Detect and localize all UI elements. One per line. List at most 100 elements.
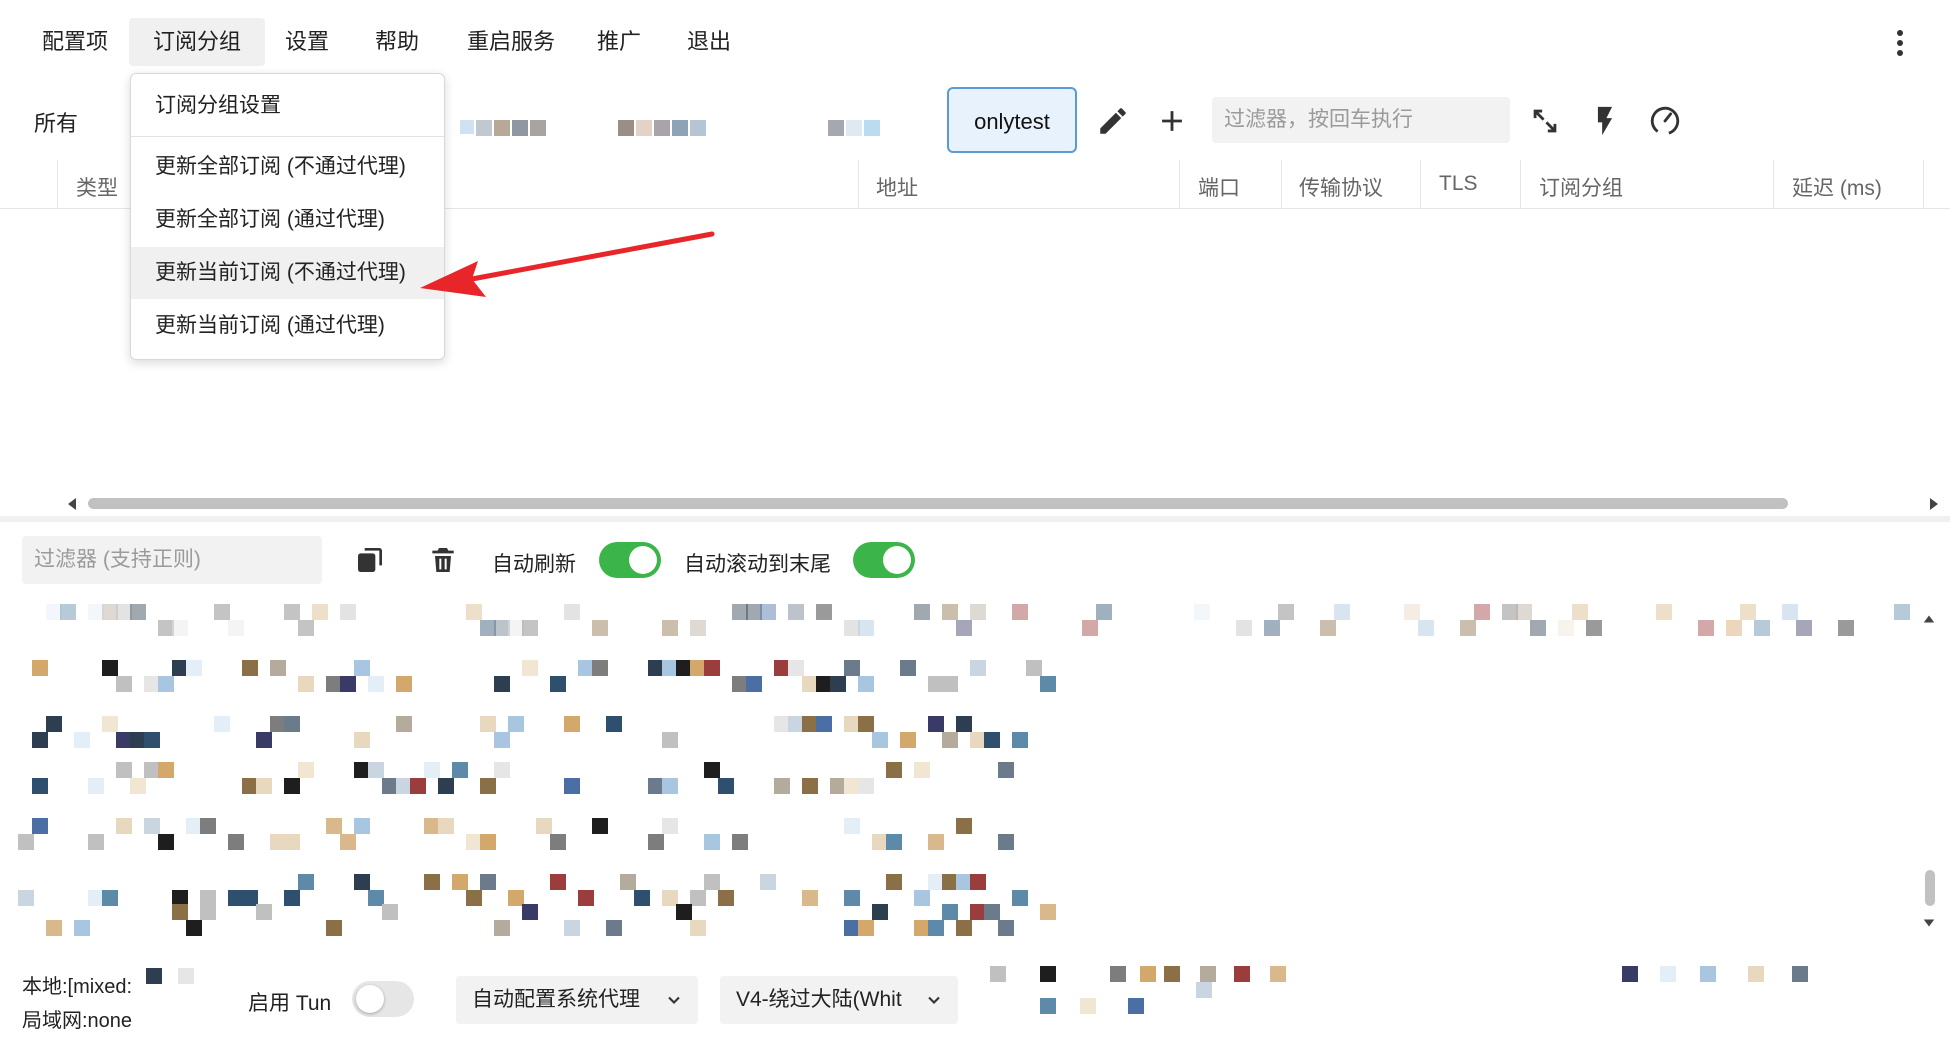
menu-settings[interactable]: 设置 xyxy=(261,18,353,66)
blur-block xyxy=(1012,732,1028,748)
blur-block xyxy=(354,660,370,676)
column-address[interactable]: 地址 xyxy=(876,172,918,202)
blur-block xyxy=(60,604,76,620)
column-type[interactable]: 类型 xyxy=(76,172,118,202)
blur-block xyxy=(970,604,986,620)
arrow-up-icon[interactable] xyxy=(1922,612,1936,626)
tun-label: 启用 Tun xyxy=(248,992,332,1015)
arrow-left-icon[interactable] xyxy=(64,496,80,512)
plus-icon[interactable] xyxy=(1155,104,1189,138)
blur-block xyxy=(858,676,874,692)
blur-block xyxy=(494,732,510,748)
blur-block xyxy=(1110,966,1126,982)
blur-block xyxy=(186,920,202,936)
column-tls[interactable]: TLS xyxy=(1439,172,1478,196)
blur-block xyxy=(1194,604,1210,620)
menu-item-update-current-direct[interactable]: 更新当前订阅 (不通过代理) xyxy=(131,247,444,299)
column-subscription-group[interactable]: 订阅分组 xyxy=(1539,172,1623,202)
auto-scroll-toggle[interactable] xyxy=(853,542,915,578)
blur-block xyxy=(1012,604,1028,620)
blur-block xyxy=(606,920,622,936)
blur-block xyxy=(1320,620,1336,636)
group-onlytest-button[interactable]: onlytest xyxy=(947,87,1077,153)
blur-block xyxy=(1040,676,1056,692)
blur-block xyxy=(1404,604,1420,620)
menu-subscription-group[interactable]: 订阅分组 xyxy=(129,18,266,66)
chevron-down-icon xyxy=(928,996,940,1004)
blur-block xyxy=(1700,966,1716,982)
menu-item-update-all-proxy[interactable]: 更新全部订阅 (通过代理) xyxy=(131,194,444,246)
blur-block xyxy=(802,890,818,906)
column-latency[interactable]: 延迟 (ms) xyxy=(1792,172,1882,202)
blur-block xyxy=(1796,620,1812,636)
speedometer-icon[interactable] xyxy=(1648,104,1682,138)
lightning-icon[interactable] xyxy=(1588,104,1622,138)
blur-block xyxy=(928,834,944,850)
system-proxy-select[interactable]: 自动配置系统代理 xyxy=(456,976,698,1024)
blur-block xyxy=(1894,604,1910,620)
trash-icon[interactable] xyxy=(427,544,459,576)
panel-splitter[interactable] xyxy=(0,516,1950,522)
menu-bar: 配置项 订阅分组 设置 帮助 重启服务 推广 退出 xyxy=(0,0,1950,84)
blur-block xyxy=(956,920,972,936)
blur-block xyxy=(466,604,482,620)
blur-block xyxy=(1586,620,1602,636)
blur-block xyxy=(564,604,580,620)
vertical-scrollbar[interactable] xyxy=(1925,870,1935,906)
blur-block xyxy=(438,818,454,834)
tab-all[interactable]: 所有 xyxy=(34,106,78,138)
menu-help[interactable]: 帮助 xyxy=(351,18,443,66)
local-port-label: 本地:[mixed: xyxy=(22,976,133,998)
blur-block xyxy=(18,890,34,906)
blur-block xyxy=(1080,998,1096,1014)
blur-block xyxy=(32,818,48,834)
blur-block xyxy=(550,676,566,692)
blur-block xyxy=(760,874,776,890)
blur-block xyxy=(886,762,902,778)
horizontal-scrollbar[interactable] xyxy=(88,498,1788,509)
blur-block xyxy=(494,762,510,778)
blur-block xyxy=(130,778,146,794)
blur-block xyxy=(592,818,608,834)
blur-block xyxy=(298,620,314,636)
blur-block xyxy=(1040,966,1056,982)
blur-block xyxy=(158,762,174,778)
menu-item-update-all-direct[interactable]: 更新全部订阅 (不通过代理) xyxy=(131,141,444,193)
blur-block xyxy=(270,660,286,676)
column-transport[interactable]: 传输协议 xyxy=(1299,172,1383,202)
menu-exit[interactable]: 退出 xyxy=(663,18,755,66)
blur-block xyxy=(1082,620,1098,636)
blur-block xyxy=(200,904,216,920)
blur-block xyxy=(844,660,860,676)
log-filter-input[interactable] xyxy=(22,536,322,584)
menu-restart-service[interactable]: 重启服务 xyxy=(443,18,579,66)
arrow-down-icon[interactable] xyxy=(1922,916,1936,930)
menu-config[interactable]: 配置项 xyxy=(18,18,132,66)
tun-toggle[interactable] xyxy=(352,981,414,1017)
blur-block xyxy=(1838,620,1854,636)
blur-block xyxy=(956,716,972,732)
blur-block xyxy=(158,834,174,850)
blur-block xyxy=(550,874,566,890)
blur-block xyxy=(592,660,608,676)
lan-label: 局域网:none xyxy=(22,1010,133,1032)
blur-block xyxy=(1278,604,1294,620)
menu-item-update-current-proxy[interactable]: 更新当前订阅 (通过代理) xyxy=(131,300,444,352)
auto-refresh-toggle[interactable] xyxy=(599,542,661,578)
kebab-icon[interactable] xyxy=(1890,26,1910,62)
blur-block xyxy=(662,778,678,794)
copy-icon[interactable] xyxy=(354,544,386,576)
routing-select[interactable]: V4-绕过大陆(Whit xyxy=(720,976,958,1024)
server-filter-input[interactable] xyxy=(1212,97,1510,143)
blur-block xyxy=(1460,620,1476,636)
menu-promote[interactable]: 推广 xyxy=(573,18,665,66)
pencil-icon[interactable] xyxy=(1096,104,1130,138)
expand-icon[interactable] xyxy=(1528,104,1562,138)
menu-item-group-settings[interactable]: 订阅分组设置 xyxy=(131,80,444,132)
column-port[interactable]: 端口 xyxy=(1198,172,1240,202)
blur-block xyxy=(494,676,510,692)
arrow-right-icon[interactable] xyxy=(1926,496,1942,512)
blur-block xyxy=(536,818,552,834)
blur-block xyxy=(606,716,622,732)
blur-block xyxy=(368,676,384,692)
